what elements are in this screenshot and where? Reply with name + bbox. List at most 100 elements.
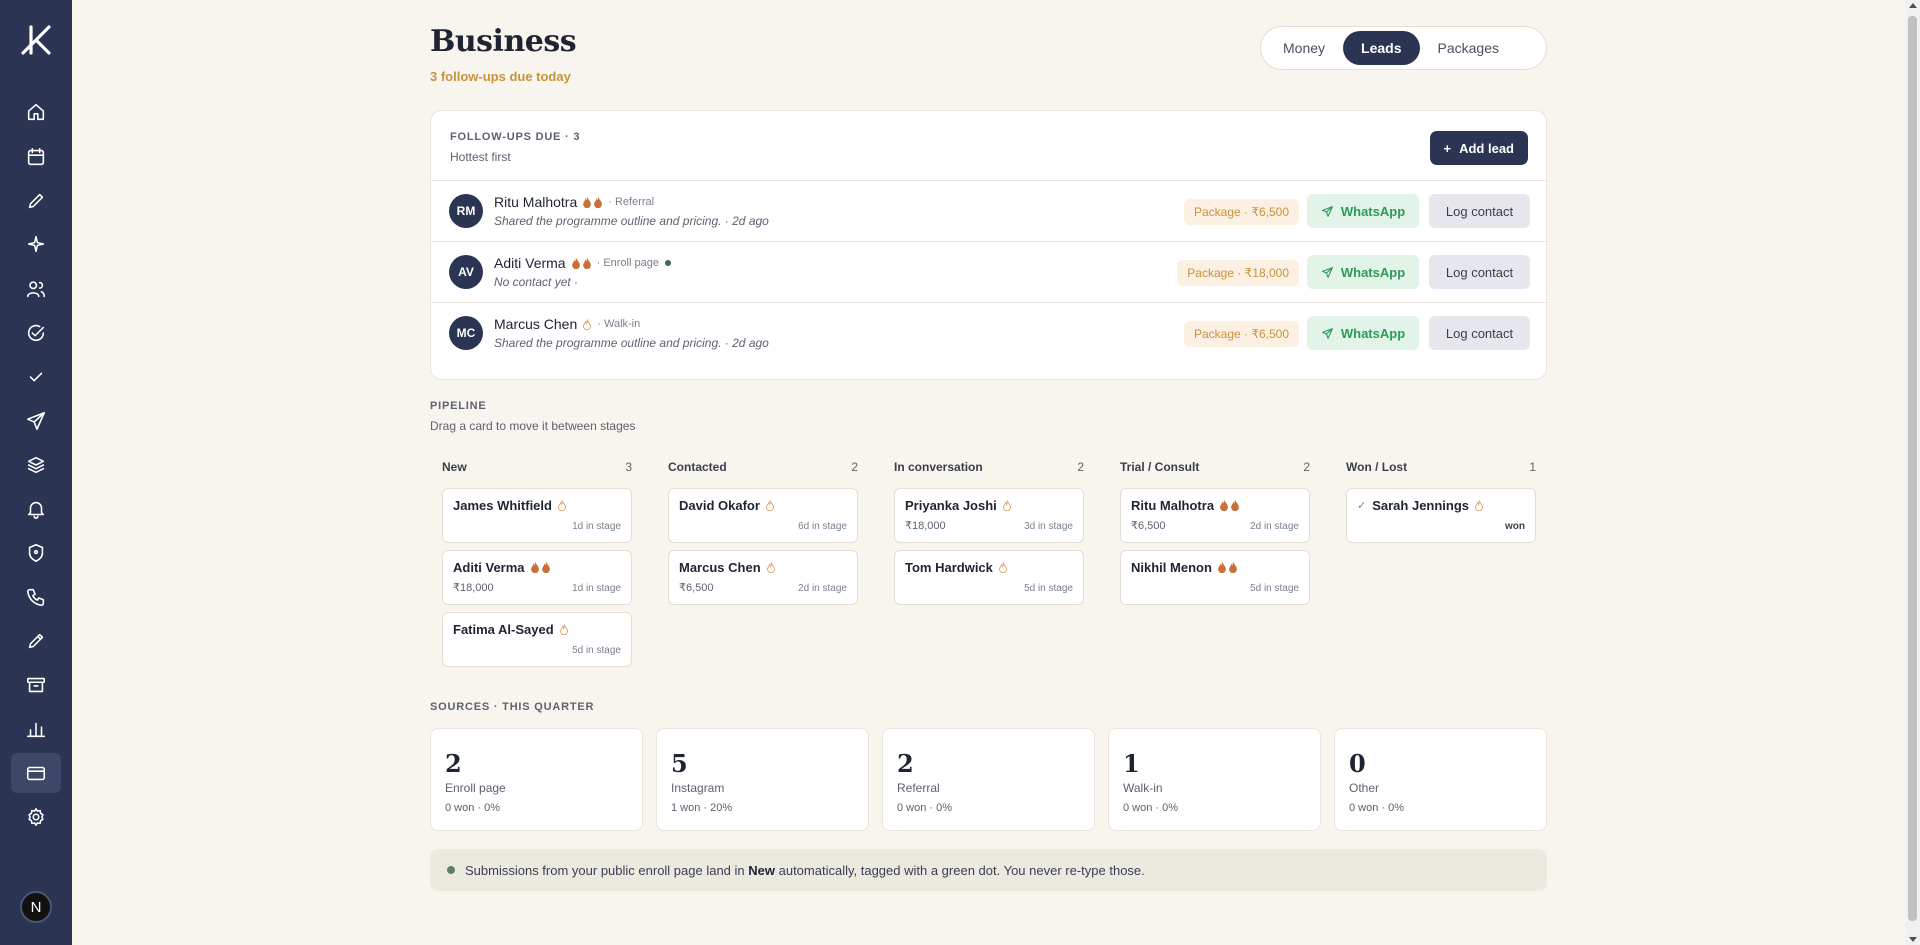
- lead-card[interactable]: David Okafor 6d in stage: [668, 488, 858, 543]
- column-header: Contacted 2: [668, 460, 858, 474]
- lead-card-name-line: David Okafor: [679, 498, 774, 513]
- source-card: 2 Referral 0 won · 0%: [882, 728, 1095, 831]
- layers-icon[interactable]: [21, 450, 51, 480]
- whatsapp-button[interactable]: WhatsApp: [1307, 194, 1419, 228]
- lead-card[interactable]: James Whitfield 1d in stage: [442, 488, 632, 543]
- home-icon[interactable]: [21, 97, 51, 127]
- check-icon: ✓: [1357, 500, 1367, 512]
- lead-card[interactable]: Fatima Al-Sayed 5d in stage: [442, 612, 632, 667]
- bell-icon[interactable]: [21, 494, 51, 524]
- add-lead-button[interactable]: + Add lead: [1429, 131, 1528, 165]
- source-label: Walk-in: [1123, 781, 1163, 795]
- sparkle-icon[interactable]: [21, 229, 51, 259]
- user-avatar[interactable]: N: [20, 891, 52, 923]
- heat-flame-icon: [766, 562, 775, 573]
- lead-card-name: Tom Hardwick: [905, 560, 993, 575]
- column-title: In conversation: [894, 460, 983, 474]
- lead-card[interactable]: Marcus Chen ₹6,500 2d in stage: [668, 550, 858, 605]
- lead-card[interactable]: ✓ Sarah Jennings won: [1346, 488, 1536, 543]
- whatsapp-label: WhatsApp: [1340, 264, 1406, 280]
- lead-card-name-line: ✓ Sarah Jennings: [1357, 498, 1483, 513]
- log-contact-button[interactable]: Log contact: [1429, 316, 1530, 350]
- calendar-icon[interactable]: [21, 142, 51, 172]
- source-label: Other: [1349, 781, 1380, 795]
- enroll-info-banner: Submissions from your public enroll page…: [430, 849, 1547, 891]
- page-title: Business: [430, 24, 577, 59]
- tab-money[interactable]: Money: [1265, 31, 1343, 65]
- lead-card-value: ₹18,000: [453, 582, 494, 594]
- check-circle-icon[interactable]: [21, 318, 51, 348]
- lead-last-note: Shared the programme outline and pricing…: [494, 214, 769, 228]
- scroll-down-icon[interactable]: [1909, 937, 1917, 942]
- whatsapp-label: WhatsApp: [1340, 203, 1406, 219]
- tab-packages[interactable]: Packages: [1420, 31, 1517, 65]
- lead-card-name: Fatima Al-Sayed: [453, 622, 554, 637]
- users-icon[interactable]: [21, 274, 51, 304]
- card-icon[interactable]: [11, 753, 61, 793]
- lead-avatar: AV: [449, 255, 483, 289]
- column-title: Won / Lost: [1346, 460, 1408, 474]
- tab-leads[interactable]: Leads: [1343, 31, 1420, 65]
- heat-flame-icon: [1217, 562, 1237, 573]
- lead-card[interactable]: Aditi Verma ₹18,000 1d in stage: [442, 550, 632, 605]
- lead-last-note: No contact yet ·: [494, 275, 579, 289]
- lead-card-stage-time: 3d in stage: [1024, 521, 1073, 532]
- lead-card[interactable]: Ritu Malhotra ₹6,500 2d in stage: [1120, 488, 1310, 543]
- followups-card: FOLLOW-UPS DUE · 3 Hottest first + Add l…: [430, 110, 1548, 380]
- edit-icon[interactable]: [21, 626, 51, 656]
- column-header: Trial / Consult 2: [1120, 460, 1310, 474]
- lead-card-name-line: Priyanka Joshi: [905, 498, 1011, 513]
- shield-icon[interactable]: [21, 538, 51, 568]
- column-count: 1: [1529, 460, 1536, 474]
- send-icon[interactable]: [21, 406, 51, 436]
- lead-card[interactable]: Tom Hardwick 5d in stage: [894, 550, 1084, 605]
- check-icon[interactable]: [21, 362, 51, 392]
- source-label: Enroll page: [445, 781, 506, 795]
- scrollbar[interactable]: [1905, 0, 1920, 945]
- lead-card[interactable]: Priyanka Joshi ₹18,000 3d in stage: [894, 488, 1084, 543]
- lead-card-value: ₹6,500: [679, 582, 714, 594]
- lead-card[interactable]: Nikhil Menon 5d in stage: [1120, 550, 1310, 605]
- gear-icon[interactable]: [21, 802, 51, 832]
- lead-card-name: Priyanka Joshi: [905, 498, 997, 513]
- column-count: 2: [1303, 460, 1310, 474]
- lead-name[interactable]: Ritu Malhotra: [494, 194, 577, 210]
- lead-card-name-line: Fatima Al-Sayed: [453, 622, 568, 637]
- followups-subtitle: Hottest first: [450, 150, 511, 164]
- package-badge: Package · ₹18,000: [1177, 260, 1299, 286]
- heat-flame-icon: [583, 318, 592, 330]
- lead-card-value: ₹6,500: [1131, 520, 1166, 532]
- pencil-icon[interactable]: [21, 186, 51, 216]
- scroll-up-icon[interactable]: [1909, 3, 1917, 8]
- green-dot-icon: [447, 866, 455, 874]
- source-count: 0: [1349, 749, 1366, 778]
- plus-icon: +: [1443, 140, 1452, 156]
- source-stat: 0 won · 0%: [1123, 802, 1179, 814]
- source-count: 5: [671, 749, 688, 778]
- lead-source: · Enroll page: [596, 257, 659, 269]
- lead-name[interactable]: Aditi Verma: [494, 255, 566, 271]
- source-stat: 0 won · 0%: [897, 802, 953, 814]
- heat-flame-icon: [583, 196, 603, 208]
- bar-chart-icon[interactable]: [21, 714, 51, 744]
- archive-icon[interactable]: [21, 670, 51, 700]
- log-contact-button[interactable]: Log contact: [1429, 255, 1530, 289]
- page-subtitle: 3 follow-ups due today: [430, 69, 571, 84]
- followup-row: MC Marcus Chen · Walk-in Shared the program…: [431, 302, 1548, 363]
- source-card: 0 Other 0 won · 0%: [1334, 728, 1547, 831]
- heat-flame-icon: [1002, 500, 1011, 511]
- lead-card-stage-time: 2d in stage: [1250, 521, 1299, 532]
- lead-card-name-line: Marcus Chen: [679, 560, 775, 575]
- heat-flame-icon: [530, 562, 550, 573]
- lead-name[interactable]: Marcus Chen: [494, 316, 577, 332]
- phone-icon[interactable]: [21, 582, 51, 612]
- whatsapp-button[interactable]: WhatsApp: [1307, 255, 1419, 289]
- scroll-thumb[interactable]: [1908, 16, 1917, 921]
- lead-name-line: Aditi Verma · Enroll page: [494, 255, 671, 271]
- logo-icon[interactable]: [18, 22, 54, 58]
- whatsapp-label: WhatsApp: [1340, 325, 1406, 341]
- log-contact-button[interactable]: Log contact: [1429, 194, 1530, 228]
- whatsapp-button[interactable]: WhatsApp: [1307, 316, 1419, 350]
- lead-card-name-line: Aditi Verma: [453, 560, 550, 575]
- lead-avatar: MC: [449, 316, 483, 350]
